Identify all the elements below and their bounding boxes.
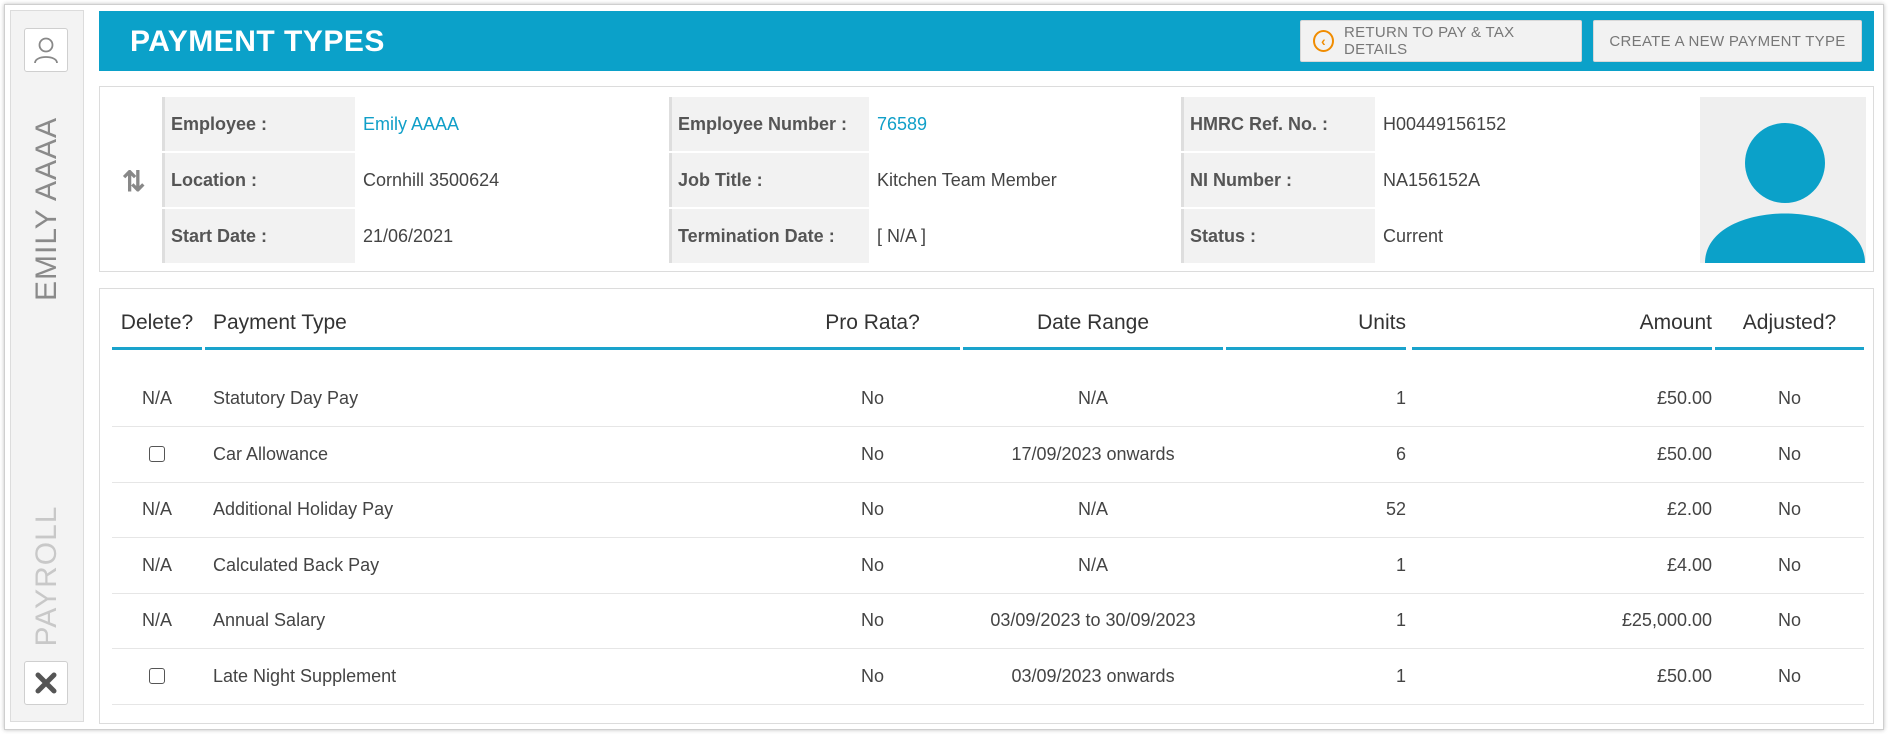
sidebar: EMILY AAAA PAYROLL [10,10,84,722]
employee-number-label: Employee Number : [669,97,869,151]
cell-range: N/A [1077,388,1108,408]
cell-amount: £2.00 [1666,499,1712,519]
cell-adjusted: No [1777,388,1801,408]
cell-range: N/A [1077,499,1108,519]
termination-date-label: Termination Date : [669,209,869,263]
location-value: Cornhill 3500624 [355,153,668,207]
cell-type: Annual Salary [213,610,326,630]
profile-button[interactable] [24,28,68,72]
start-date-value: 21/06/2021 [355,209,668,263]
employee-photo-placeholder [1700,97,1866,263]
cell-units: 1 [1395,554,1406,575]
employee-label: Employee : [162,97,355,151]
cell-prorata: No [860,443,884,464]
cell-prorata: No [860,665,884,686]
cell-amount: £50.00 [1656,665,1712,686]
cell-amount: £50.00 [1656,443,1712,464]
col-amount: Amount [1412,311,1712,350]
table-row: Car Allowance No 17/09/2023 onwards 6 £50.00… [112,427,1864,483]
location-label: Location : [162,153,355,207]
cell-range: 17/09/2023 onwards [1011,443,1175,464]
cell-units: 1 [1395,610,1406,630]
create-button-label: CREATE A NEW PAYMENT TYPE [1609,32,1846,50]
cell-delete [112,427,202,482]
delete-checkbox[interactable] [149,446,165,462]
job-title-label: Job Title : [669,153,869,207]
cell-range: 03/09/2023 to 30/09/2023 [990,610,1196,630]
page-header: PAYMENT TYPES ‹ RETURN TO PAY & TAX DETA… [99,11,1874,71]
termination-date-value: [ N/A ] [869,209,1179,263]
cell-adjusted: No [1777,499,1801,519]
return-to-pay-tax-button[interactable]: ‹ RETURN TO PAY & TAX DETAILS [1300,20,1582,62]
cell-range: N/A [1077,554,1108,575]
job-title-value: Kitchen Team Member [869,153,1179,207]
cell-type: Calculated Back Pay [213,554,380,575]
cell-range: 03/09/2023 onwards [1011,665,1175,686]
hmrc-ref-value: H00449156152 [1375,97,1695,151]
cell-adjusted: No [1777,610,1801,630]
cell-prorata: No [860,610,884,630]
cell-delete: N/A [141,610,172,630]
close-icon [35,672,57,694]
swap-employee-icon[interactable]: ⇅ [122,165,145,198]
page-title: PAYMENT TYPES [130,25,385,58]
ni-number-label: NI Number : [1181,153,1375,207]
table-row: N/A Annual Salary No 03/09/2023 to 30/09/20… [112,593,1864,649]
cell-amount: £50.00 [1656,388,1712,408]
employee-name-link[interactable]: Emily AAAA [355,97,668,151]
cell-type: Statutory Day Pay [213,388,359,408]
employee-number-link[interactable]: 76589 [869,97,1179,151]
table-row: N/A Statutory Day Pay No N/A 1 £50.00 No [112,371,1864,427]
col-adjusted: Adjusted? [1715,311,1864,350]
cell-prorata: No [860,554,884,575]
employee-details-card: ⇅ Employee : Emily AAAA Employee Number … [99,86,1874,272]
employee-name-vertical: EMILY AAAA [30,117,63,301]
cell-units: 6 [1395,443,1406,464]
person-silhouette-icon [1705,123,1865,263]
chevron-left-circle-icon: ‹ [1313,30,1334,52]
cell-adjusted: No [1777,443,1801,464]
col-date-range: Date Range [963,311,1223,350]
table-row: Late Night Supplement No 03/09/2023 onward… [112,649,1864,705]
return-button-label: RETURN TO PAY & TAX DETAILS [1343,24,1515,58]
cell-adjusted: No [1777,665,1801,686]
ni-number-value: NA156152A [1375,153,1695,207]
start-date-label: Start Date : [162,209,355,263]
status-label: Status : [1181,209,1375,263]
cell-type: Additional Holiday Pay [213,499,394,519]
col-payment-type: Payment Type [205,311,790,350]
hmrc-ref-label: HMRC Ref. No. : [1181,97,1375,151]
user-icon [34,37,58,64]
cell-prorata: No [860,388,884,408]
cell-type: Car Allowance [213,443,329,464]
cell-units: 1 [1395,665,1406,686]
delete-checkbox[interactable] [149,668,165,684]
payment-types-table: Delete? Payment Type Pro Rata? Date Rang… [99,288,1874,724]
table-row: N/A Calculated Back Pay No N/A 1 £4.00 No [112,538,1864,594]
cell-amount: £25,000.00 [1621,610,1712,630]
cell-delete: N/A [141,554,172,575]
table-row: N/A Additional Holiday Pay No N/A 52 £2.00 No [112,482,1864,538]
cell-units: 1 [1395,388,1406,408]
col-units: Units [1226,311,1406,350]
col-pro-rata: Pro Rata? [785,311,960,350]
cell-adjusted: No [1777,554,1801,575]
create-payment-type-button[interactable]: CREATE A NEW PAYMENT TYPE [1593,20,1862,62]
status-value: Current [1375,209,1695,263]
cell-prorata: No [860,499,884,519]
cell-delete: N/A [141,388,172,408]
cell-units: 52 [1385,499,1406,519]
close-button[interactable] [24,661,68,705]
cell-amount: £4.00 [1666,554,1712,575]
col-delete: Delete? [112,311,202,350]
section-label-vertical: PAYROLL [30,505,63,647]
cell-delete: N/A [141,499,172,519]
cell-type: Late Night Supplement [213,665,397,686]
cell-delete [112,649,202,704]
